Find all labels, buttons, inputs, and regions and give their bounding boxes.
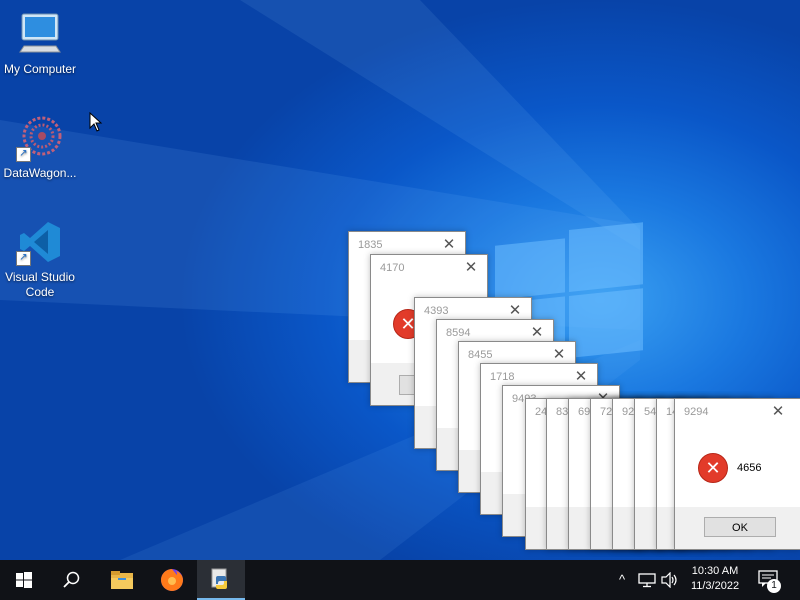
shortcut-arrow-icon: ↗ bbox=[16, 251, 31, 266]
start-icon bbox=[16, 572, 32, 588]
desktop-icon-my-computer[interactable]: My Computer bbox=[0, 10, 80, 77]
vscode-icon: ↗ bbox=[16, 218, 64, 266]
dialog-title: 72 bbox=[600, 406, 613, 418]
action-center-button[interactable]: 1 bbox=[756, 568, 782, 594]
close-icon[interactable]: ✕ bbox=[505, 301, 525, 321]
search-icon bbox=[63, 571, 80, 588]
dialog-title: 4393 bbox=[424, 305, 449, 317]
notification-count-badge: 1 bbox=[767, 579, 781, 593]
python-app-icon bbox=[211, 568, 227, 589]
dialog-title: 69 bbox=[578, 406, 591, 418]
close-icon[interactable]: ✕ bbox=[461, 258, 481, 278]
dialog-title: 83 bbox=[556, 406, 569, 418]
datawagon-icon: ↗ bbox=[16, 114, 64, 162]
taskbar: ^ 10:30 AM 11/3/2022 1 bbox=[0, 560, 800, 600]
close-icon[interactable]: ✕ bbox=[571, 367, 591, 387]
dialog-title: 4170 bbox=[380, 262, 405, 274]
file-explorer-button[interactable] bbox=[98, 560, 146, 600]
desktop-icon-vscode[interactable]: ↗ Visual Studio Code bbox=[0, 218, 80, 300]
start-button[interactable] bbox=[0, 560, 48, 600]
close-icon[interactable]: ✕ bbox=[527, 323, 547, 343]
dialog-title: 92 bbox=[622, 406, 635, 418]
clock[interactable]: 10:30 AM 11/3/2022 bbox=[684, 564, 746, 594]
close-icon[interactable]: ✕ bbox=[549, 345, 569, 365]
firefox-button[interactable] bbox=[148, 560, 196, 600]
error-icon: ✕ bbox=[698, 453, 728, 483]
dialog-title: 8455 bbox=[468, 349, 493, 361]
network-icon[interactable] bbox=[638, 572, 656, 588]
clock-date: 11/3/2022 bbox=[690, 580, 740, 592]
desktop-icon-label: DataWagon... bbox=[3, 166, 77, 180]
show-hidden-icons-chevron-icon[interactable]: ^ bbox=[614, 572, 630, 588]
clock-time: 10:30 AM bbox=[691, 565, 739, 577]
desktop-icon-label: Visual Studio Code bbox=[5, 270, 75, 299]
firefox-icon bbox=[161, 569, 183, 591]
desktop[interactable]: My Computer ↗ DataWagon... ↗ Visual Stud… bbox=[0, 0, 800, 560]
ok-button[interactable]: OK bbox=[704, 517, 776, 537]
close-icon[interactable]: ✕ bbox=[768, 402, 788, 422]
python-app-button[interactable] bbox=[197, 560, 245, 600]
dialog-title: 1718 bbox=[490, 371, 515, 383]
dialog-title: 54 bbox=[644, 406, 657, 418]
desktop-icon-label: My Computer bbox=[3, 62, 77, 76]
volume-icon[interactable] bbox=[661, 572, 679, 588]
dialog-message: 4656 bbox=[737, 462, 762, 474]
dialog-title: 1835 bbox=[358, 239, 383, 251]
shortcut-arrow-icon: ↗ bbox=[16, 147, 31, 162]
file-explorer-icon bbox=[111, 571, 133, 589]
dialog-title: 9294 bbox=[684, 406, 709, 418]
search-button[interactable] bbox=[48, 560, 96, 600]
close-icon[interactable]: ✕ bbox=[439, 235, 459, 255]
desktop-icon-datawagon[interactable]: ↗ DataWagon... bbox=[0, 114, 80, 181]
computer-icon bbox=[16, 10, 64, 58]
dialog-title: 8594 bbox=[446, 327, 471, 339]
mouse-cursor-icon bbox=[89, 112, 103, 132]
error-dialog-front[interactable]: 9294 ✕ ✕ 4656 OK bbox=[674, 398, 800, 550]
